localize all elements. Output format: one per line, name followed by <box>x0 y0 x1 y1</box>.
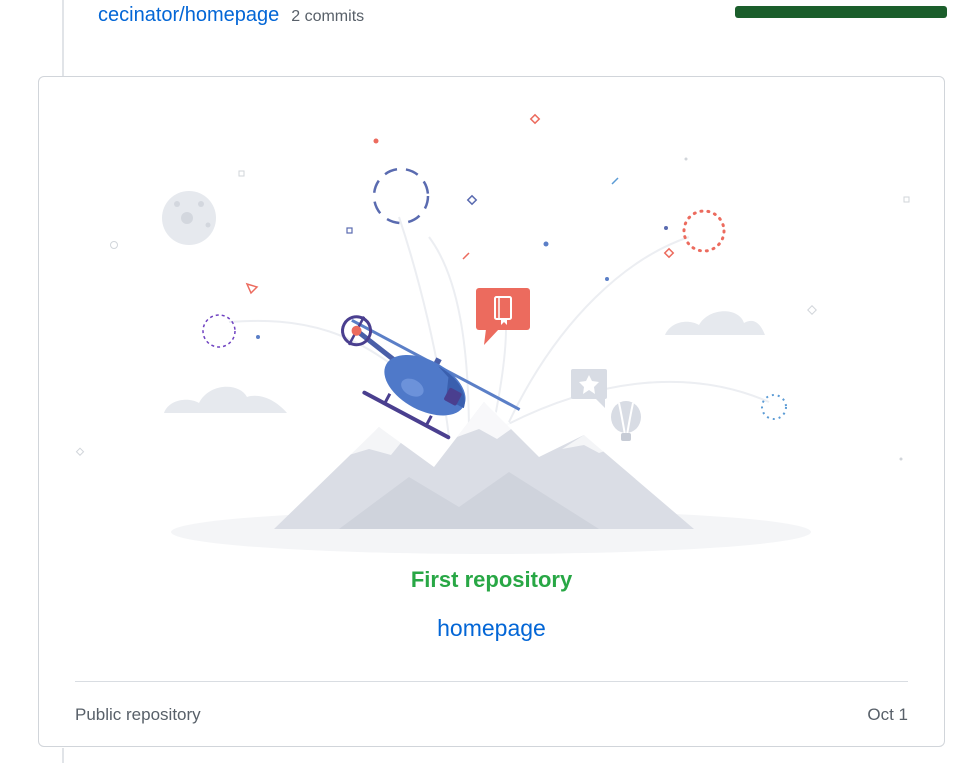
hot-air-balloon-icon <box>611 401 641 441</box>
helicopter-launch-illustration <box>75 113 910 554</box>
visibility-label: Public repository <box>75 705 201 724</box>
commit-count[interactable]: 2 commits <box>291 8 364 26</box>
star-bubble-icon <box>571 369 607 408</box>
first-repository-card: First repository homepage Public reposit… <box>38 76 945 747</box>
card-divider <box>75 681 908 682</box>
repo-date: Oct 1 <box>867 705 908 724</box>
commit-progress-bar <box>735 6 947 18</box>
moon-icon <box>162 191 216 245</box>
repo-link[interactable]: cecinator/homepage <box>98 4 279 27</box>
milestone-title: First repository <box>410 567 573 592</box>
repo-book-icon <box>476 288 530 345</box>
commit-summary-row: cecinator/homepage 2 commits <box>98 4 364 28</box>
timeline-line-top <box>62 0 64 76</box>
repo-name-link[interactable]: homepage <box>39 615 944 642</box>
timeline-line-bottom <box>62 748 64 763</box>
